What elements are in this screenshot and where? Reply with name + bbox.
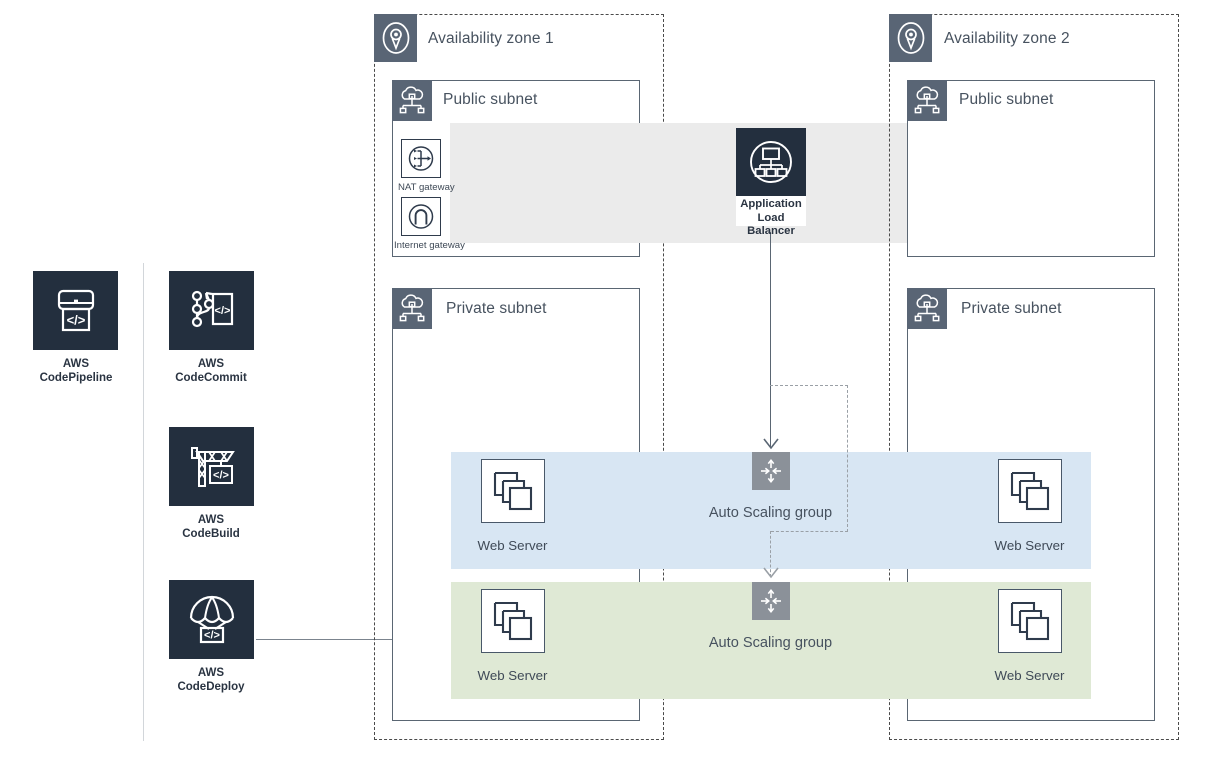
asg-route-dashed-top: [770, 385, 848, 386]
asg-route-arrowhead: [763, 567, 779, 579]
service-label: AWS CodePipeline: [39, 358, 113, 384]
service-label: AWS CodeDeploy: [177, 667, 245, 693]
availability-zone-1-label: Availability zone 1: [428, 30, 554, 47]
az1-public-subnet-label: Public subnet: [443, 91, 538, 108]
svg-text:</>: </>: [214, 305, 230, 317]
alb-to-asg-connector: [770, 232, 772, 448]
web-server-label: Web Server: [994, 668, 1065, 683]
auto-scaling-group-icon: [752, 452, 790, 490]
codedeploy-icon: </>: [169, 580, 254, 659]
codepipeline-icon: </>: [33, 271, 118, 350]
web-server-icon: [481, 459, 545, 523]
codecommit-icon: </>: [169, 271, 254, 350]
subnet-icon: [392, 80, 432, 121]
auto-scaling-group-icon: [752, 582, 790, 620]
codebuild-icon: </>: [169, 427, 254, 506]
az2-private-subnet-label: Private subnet: [961, 300, 1062, 317]
svg-text:</>: </>: [66, 312, 85, 327]
subnet-icon: [907, 288, 947, 329]
application-load-balancer[interactable]: Application Load Balancer: [736, 128, 806, 237]
svg-text:</>: </>: [204, 629, 220, 641]
internet-gateway-icon: [401, 197, 441, 236]
web-server-icon: [998, 459, 1062, 523]
web-server-label: Web Server: [994, 538, 1065, 553]
availability-zone-2-label: Availability zone 2: [944, 30, 1070, 47]
nat-gateway-label: NAT gateway: [398, 182, 455, 193]
web-server-icon: [481, 589, 545, 653]
subnet-icon: [392, 288, 432, 329]
web-server-label: Web Server: [477, 668, 548, 683]
asg-route-dashed-bottom: [771, 531, 848, 532]
svg-text:</>: </>: [213, 469, 229, 481]
web-server-icon: [998, 589, 1062, 653]
load-balancer-icon: [736, 128, 806, 196]
architecture-diagram: </> AWS CodePipeline </> AWS CodeCommit: [0, 0, 1211, 764]
availability-zone-icon: [889, 14, 932, 62]
load-balancer-label: Application Load Balancer: [740, 198, 802, 237]
subnet-icon: [907, 80, 947, 121]
az1-private-subnet-label: Private subnet: [446, 300, 547, 317]
availability-zone-icon: [374, 14, 417, 62]
asg-label: Auto Scaling group: [708, 505, 833, 521]
nat-gateway-icon: [401, 139, 441, 178]
internet-gateway-label: Internet gateway: [394, 240, 465, 251]
asg-label: Auto Scaling group: [708, 635, 833, 651]
alb-to-asg-arrowhead: [763, 438, 779, 450]
service-label: AWS CodeBuild: [182, 514, 240, 540]
web-server-label: Web Server: [477, 538, 548, 553]
az2-public-subnet-label: Public subnet: [959, 91, 1054, 108]
service-label: AWS CodeCommit: [175, 358, 247, 384]
